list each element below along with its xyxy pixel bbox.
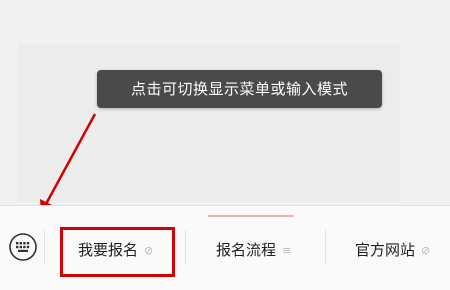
hint-tooltip: 点击可切换显示菜单或输入模式 <box>97 70 382 108</box>
keyboard-icon[interactable] <box>8 232 38 262</box>
content-panel <box>18 44 400 202</box>
list-icon: ≡ <box>282 244 292 257</box>
menu-item-label: 官方网站 <box>355 241 416 259</box>
menu-item-process[interactable]: 报名流程 ≡ <box>216 230 291 270</box>
menu-item-official-site[interactable]: 官方网站 ⊘ <box>355 230 430 270</box>
menu-item-label: 报名流程 <box>216 241 277 259</box>
link-icon: ⊘ <box>144 244 154 257</box>
menu-separator <box>325 230 326 264</box>
link-icon: ⊘ <box>421 244 431 257</box>
menu-item-signup[interactable]: 我要报名 ⊘ <box>78 230 153 270</box>
menu-item-label: 我要报名 <box>78 241 139 259</box>
active-tab-indicator <box>208 215 294 217</box>
menu-separator <box>185 230 186 264</box>
menu-separator <box>44 230 45 264</box>
